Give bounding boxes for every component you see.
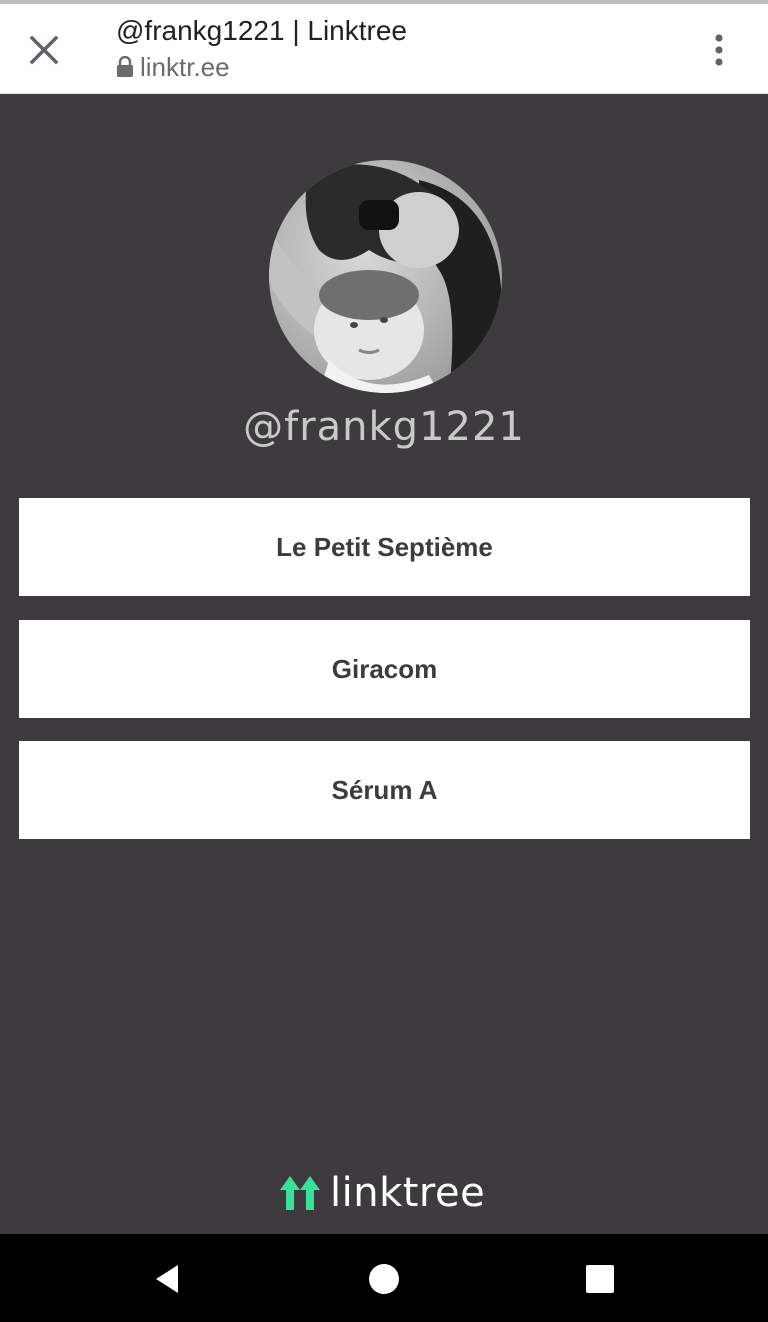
more-vert-icon xyxy=(715,34,723,66)
title-block: @frankg1221 | Linktree linktr.ee xyxy=(116,14,407,82)
overflow-menu-button[interactable] xyxy=(704,30,734,74)
back-icon[interactable] xyxy=(152,1263,184,1295)
url-text: linktr.ee xyxy=(140,52,230,82)
linktree-wordmark: linktree xyxy=(330,1170,486,1216)
page-title: @frankg1221 | Linktree xyxy=(116,15,407,46)
link-label: Sérum A xyxy=(331,774,438,805)
profile-username: @frankg1221 xyxy=(243,404,525,450)
linktree-page: @frankg1221 Le Petit Septième Giracom Sé… xyxy=(0,94,768,1234)
home-icon[interactable] xyxy=(368,1263,400,1295)
link-button-serum-a[interactable]: Sérum A xyxy=(19,741,750,839)
link-button-giracom[interactable]: Giracom xyxy=(19,620,750,718)
close-icon xyxy=(29,35,59,65)
profile-photo xyxy=(269,160,502,393)
linktree-tree-icon xyxy=(280,1176,320,1210)
link-button-le-petit-septieme[interactable]: Le Petit Septième xyxy=(19,498,750,596)
close-button[interactable] xyxy=(24,30,64,70)
avatar xyxy=(269,160,502,393)
linktree-logo[interactable]: linktree xyxy=(278,1170,485,1216)
browser-toolbar: @frankg1221 | Linktree linktr.ee xyxy=(0,4,768,94)
lock-icon xyxy=(117,56,133,77)
link-label: Giracom xyxy=(331,653,438,684)
link-label: Le Petit Septième xyxy=(276,531,493,562)
system-navigation-bar xyxy=(0,1234,768,1322)
url-row: linktr.ee xyxy=(116,52,407,82)
recents-icon[interactable] xyxy=(585,1264,615,1294)
